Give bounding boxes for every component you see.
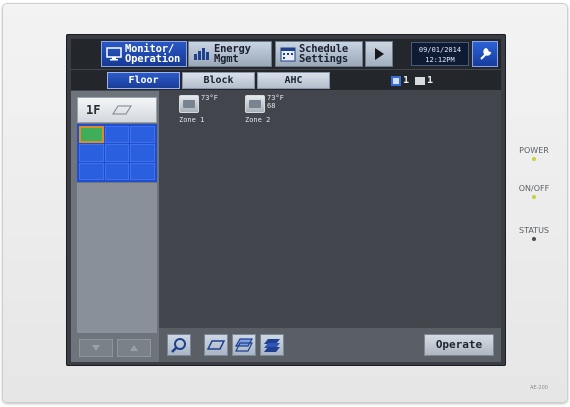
magnifier-icon xyxy=(171,338,186,353)
triangle-down-icon xyxy=(92,345,100,351)
minimap-cell[interactable] xyxy=(104,162,130,180)
zone-extra: 68 xyxy=(267,102,276,110)
minimap-cell-selected[interactable] xyxy=(79,126,104,144)
sidebar-empty-area xyxy=(77,183,157,333)
zone-temp: 73°F xyxy=(267,94,284,102)
schedule-settings-label: Schedule Settings xyxy=(299,43,348,65)
operate-button[interactable]: Operate xyxy=(424,334,494,356)
minimap-cell[interactable] xyxy=(104,126,130,144)
tab-block[interactable]: Block xyxy=(182,72,255,89)
minimap-cell[interactable] xyxy=(79,144,104,162)
unit-count: 1 xyxy=(427,75,434,86)
floor-layout-area: 73°F Zone 1 73°F 68 Zone 2 xyxy=(161,91,501,328)
indoor-unit-icon xyxy=(415,76,426,85)
layer-double-icon xyxy=(235,338,253,352)
energy-mgmt-button[interactable]: Energy Mgmt xyxy=(188,41,272,67)
next-menu-button[interactable] xyxy=(365,41,393,67)
onoff-indicator: ON/OFF xyxy=(511,184,557,199)
energy-mgmt-label: Energy Mgmt xyxy=(214,43,251,65)
monitor-operation-label: Monitor/ Operation xyxy=(125,43,181,65)
zone-unit-1[interactable]: 73°F Zone 1 xyxy=(179,95,239,129)
minimap-cell[interactable] xyxy=(104,144,130,162)
monitor-icon xyxy=(106,47,122,61)
status-indicator: STATUS xyxy=(511,226,557,241)
date-time-display: 09/01/2014 12:12PM xyxy=(411,42,469,66)
onoff-label: ON/OFF xyxy=(518,184,550,193)
floor-minimap[interactable] xyxy=(77,124,157,182)
zone-name: Zone 1 xyxy=(179,116,205,124)
zone-name: Zone 2 xyxy=(245,116,271,124)
minimap-cell[interactable] xyxy=(79,162,104,180)
bottom-toolbar: Operate xyxy=(159,328,501,362)
floor-plan-icon xyxy=(112,105,133,115)
wrench-icon xyxy=(480,47,492,60)
layout-view-button[interactable] xyxy=(204,334,228,356)
layer-stack-icon xyxy=(264,339,280,352)
monitor-operation-button[interactable]: Monitor/ Operation xyxy=(101,41,187,67)
group-count: 1 xyxy=(403,75,410,86)
minimap-cell[interactable] xyxy=(130,144,155,162)
status-led xyxy=(532,237,536,241)
top-menu-bar: Monitor/ Operation Energy Mgmt Schedule … xyxy=(71,39,501,69)
bar-chart-icon xyxy=(194,48,209,60)
model-label: AE-200 xyxy=(530,385,548,391)
zone-unit-2[interactable]: 73°F 68 Zone 2 xyxy=(245,95,305,129)
minimap-cell[interactable] xyxy=(130,162,155,180)
play-arrow-icon xyxy=(375,48,384,60)
power-indicator: POWER xyxy=(511,146,557,161)
zone-temp: 73°F xyxy=(201,94,218,102)
tab-ahc[interactable]: AHC xyxy=(257,72,330,89)
tab-floor[interactable]: Floor xyxy=(107,72,180,89)
time-text: 12:12PM xyxy=(425,56,455,64)
status-label: STATUS xyxy=(518,226,549,235)
floor-label: 1F xyxy=(86,103,101,117)
power-led xyxy=(532,157,536,161)
floor-sidebar: 1F xyxy=(71,91,159,362)
indoor-unit-icon xyxy=(245,95,265,113)
layer-view-button[interactable] xyxy=(232,334,256,356)
scroll-up-button[interactable] xyxy=(117,339,151,357)
power-label: POWER xyxy=(519,146,549,155)
schedule-settings-button[interactable]: Schedule Settings xyxy=(275,41,363,67)
calendar-icon xyxy=(280,47,296,62)
indoor-unit-icon xyxy=(179,95,199,113)
maintenance-button[interactable] xyxy=(472,41,498,67)
triangle-up-icon xyxy=(130,345,138,351)
group-icon xyxy=(391,75,401,86)
layer-single-icon xyxy=(207,340,225,350)
date-text: 09/01/2014 xyxy=(418,46,462,54)
floor-selector-button[interactable]: 1F xyxy=(77,97,157,123)
scroll-down-button[interactable] xyxy=(79,339,113,357)
screen: Monitor/ Operation Energy Mgmt Schedule … xyxy=(71,39,501,362)
unit-counters: 1 1 xyxy=(391,73,433,88)
stack-view-button[interactable] xyxy=(260,334,284,356)
onoff-led xyxy=(532,195,536,199)
zoom-button[interactable] xyxy=(167,334,191,356)
view-tab-row: Floor Block AHC 1 1 xyxy=(71,70,501,90)
minimap-cell[interactable] xyxy=(130,126,155,144)
